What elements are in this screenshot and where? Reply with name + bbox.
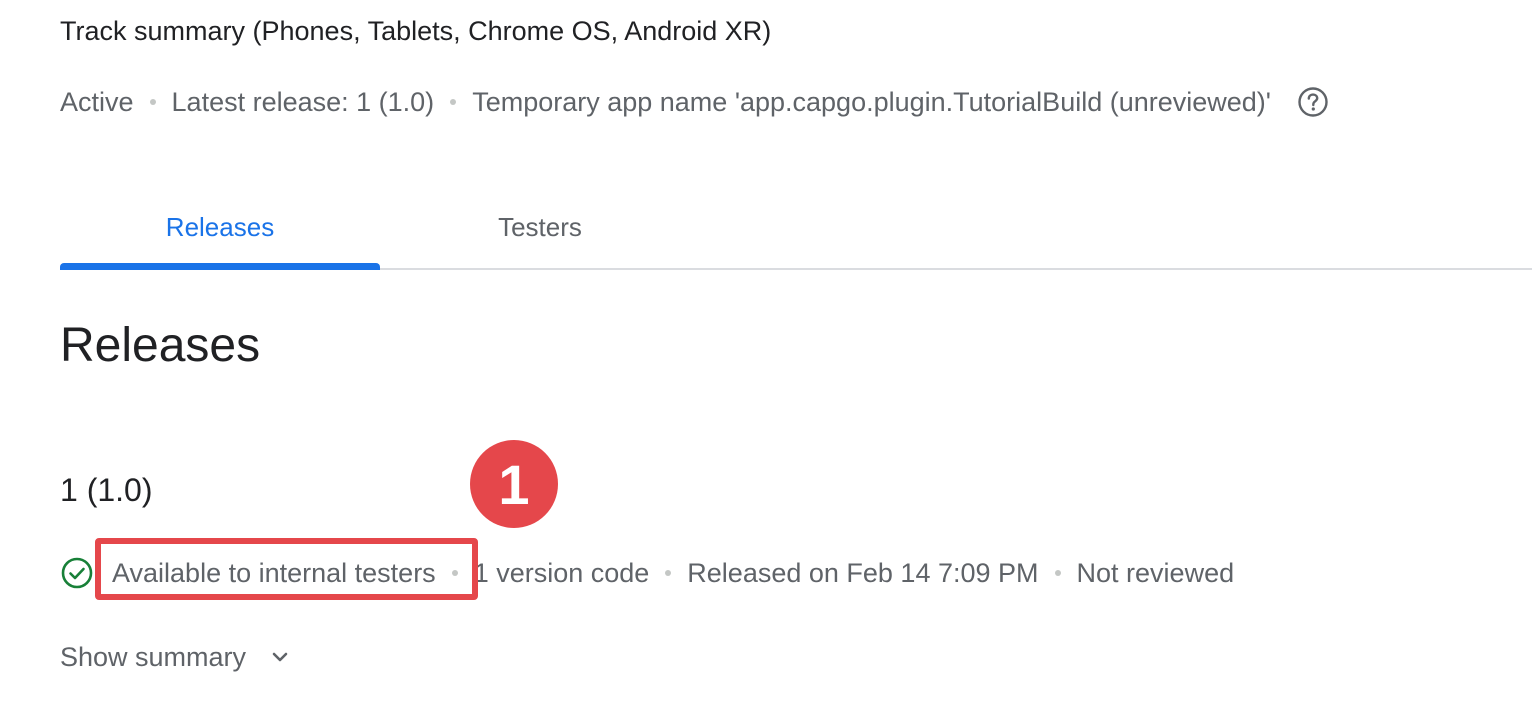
separator-dot: [149, 99, 156, 105]
separator-dot: [450, 99, 457, 105]
release-date: Released on Feb 14 7:09 PM: [687, 557, 1039, 588]
track-status: Active: [60, 86, 134, 117]
latest-release: Latest release: 1 (1.0): [171, 86, 435, 117]
show-summary-label: Show summary: [60, 641, 247, 672]
tab-testers[interactable]: Testers: [380, 186, 700, 268]
annotation-highlight-box: [95, 538, 478, 600]
help-circle-icon[interactable]: [1297, 86, 1329, 118]
track-summary-title: Track summary (Phones, Tablets, Chrome O…: [60, 16, 772, 46]
review-status: Not reviewed: [1076, 557, 1235, 588]
check-circle-icon: [60, 556, 94, 590]
show-summary-button[interactable]: Show summary: [60, 638, 294, 676]
release-name: 1 (1.0): [60, 472, 153, 508]
separator-dot: [1054, 570, 1061, 576]
releases-heading: Releases: [60, 319, 261, 372]
tab-bar: Releases Testers: [60, 186, 1532, 270]
version-code-count: 1 version code: [473, 557, 650, 588]
temporary-app-name: Temporary app name 'app.capgo.plugin.Tut…: [472, 86, 1271, 117]
annotation-marker: 1: [470, 440, 558, 528]
tab-releases[interactable]: Releases: [60, 186, 380, 270]
track-meta: Active Latest release: 1 (1.0) Temporary…: [60, 84, 1329, 120]
separator-dot: [665, 570, 672, 576]
chevron-down-icon: [266, 643, 294, 671]
